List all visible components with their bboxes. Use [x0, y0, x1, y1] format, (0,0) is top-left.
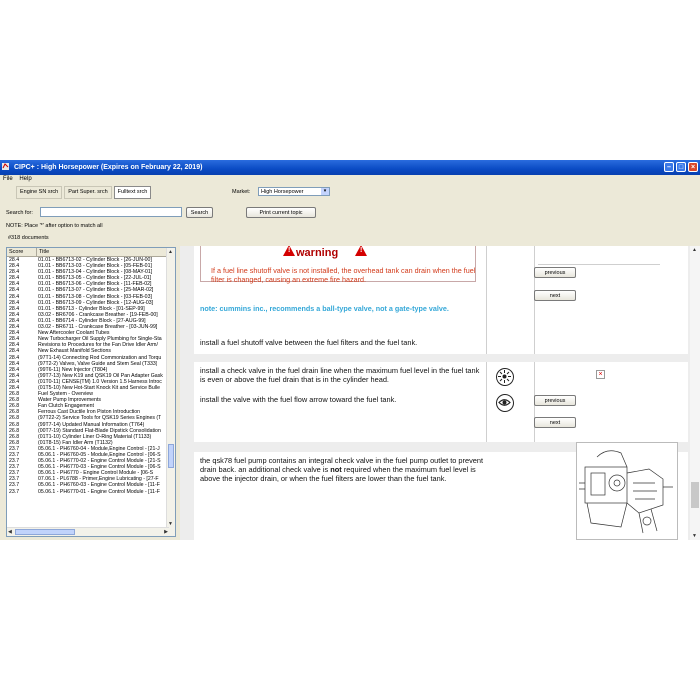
menu-file[interactable]: File — [3, 176, 13, 182]
column-header-title[interactable]: Title — [37, 248, 49, 256]
chevron-down-icon[interactable]: ▾ — [321, 188, 329, 195]
tab-fulltext-search[interactable]: Fulltext srch — [113, 186, 152, 199]
column-header-score[interactable]: Score — [7, 248, 37, 256]
broken-image-icon: × — [596, 370, 605, 379]
viewer-scrollbar[interactable]: ▲ ▼ — [690, 246, 700, 540]
maximize-icon[interactable]: □ — [676, 162, 686, 172]
results-horizontal-scrollbar[interactable]: ◀ ▶ — [7, 527, 169, 536]
step-text: install a check valve in the fuel drain … — [200, 366, 480, 384]
market-select[interactable]: High Horsepower ▾ — [258, 187, 330, 196]
next-button[interactable]: next — [534, 417, 576, 428]
app-icon — [2, 163, 9, 170]
scroll-up-icon[interactable]: ▲ — [168, 249, 173, 255]
step-text: the qsk78 fuel pump contains an integral… — [200, 456, 486, 483]
scroll-down-icon[interactable]: ▼ — [692, 533, 697, 539]
search-input[interactable] — [40, 207, 182, 217]
tab-engine-sn-search[interactable]: Engine SN srch — [16, 186, 63, 199]
warning-box: warning If a fuel line shutoff valve is … — [200, 246, 476, 284]
divider — [538, 264, 660, 265]
menu-help[interactable]: Help — [19, 176, 31, 182]
previous-button[interactable]: previous — [534, 395, 576, 406]
step-text: install a fuel shutoff valve between the… — [200, 338, 418, 347]
search-label: Search for: — [6, 210, 33, 216]
warning-title: warning — [296, 247, 339, 259]
procedure-card-2: install a check valve in the fuel drain … — [194, 362, 688, 442]
note-text: note: cummins inc., recommends a ball-ty… — [200, 304, 449, 313]
document-viewer: warning If a fuel line shutoff valve is … — [180, 246, 700, 540]
list-item-score: 23.7 — [9, 488, 20, 495]
results-vertical-scrollbar[interactable]: ▲ ▼ — [166, 248, 175, 536]
list-item[interactable]: 23.7 05.06.1 - PH6770-01 - Engine Control… — [7, 489, 169, 495]
step-text-emphasis: not — [330, 465, 342, 474]
search-button[interactable]: Search — [186, 207, 213, 218]
measure-icon — [496, 368, 514, 386]
procedure-card-1: warning If a fuel line shutoff valve is … — [194, 246, 688, 354]
scroll-left-icon[interactable]: ◀ — [8, 529, 12, 535]
tab-part-super-search[interactable]: Part Super. srch — [64, 186, 112, 199]
next-button[interactable]: next — [534, 290, 576, 301]
close-icon[interactable]: × — [688, 162, 698, 172]
title-bar: CIPC+ : High Horsepower (Expires on Febr… — [0, 160, 700, 175]
search-mode-tabs: Engine SN srch Part Super. srch Fulltext… — [16, 186, 152, 199]
scroll-up-icon[interactable]: ▲ — [692, 247, 697, 253]
scroll-thumb[interactable] — [168, 444, 174, 468]
previous-button[interactable]: previous — [534, 267, 576, 278]
market-value: High Horsepower — [261, 189, 304, 195]
warning-text: If a fuel line shutoff valve is not inst… — [211, 266, 476, 284]
divider — [486, 362, 487, 442]
window-title: CIPC+ : High Horsepower (Expires on Febr… — [13, 164, 203, 171]
results-rows: 28.4 01.01 - BB6713-02 - Cylinder Block -… — [7, 257, 169, 495]
document-count: #318 documents — [8, 235, 49, 241]
step-text: install the valve with the fuel flow arr… — [200, 395, 397, 404]
inspect-eye-icon — [496, 394, 514, 412]
app-window: CIPC+ : High Horsepower (Expires on Febr… — [0, 160, 700, 540]
hscroll-thumb[interactable] — [15, 529, 75, 535]
viewer-scroll-thumb[interactable] — [691, 482, 699, 508]
results-header: Score Title — [7, 248, 175, 257]
minimize-icon[interactable]: – — [664, 162, 674, 172]
list-item-title: 05.06.1 - PH6770-01 - Engine Control Mod… — [38, 488, 160, 495]
menu-bar: File Help — [0, 175, 700, 184]
scroll-right-icon[interactable]: ▶ — [164, 529, 168, 535]
warning-triangle-icon — [283, 246, 295, 256]
search-note: NOTE: Place '*' after option to match al… — [6, 223, 103, 229]
warning-triangle-icon — [355, 246, 367, 256]
results-list: Score Title 28.4 01.01 - BB6713-02 - Cyli… — [6, 247, 176, 537]
divider — [486, 246, 487, 354]
market-label: Market: — [232, 189, 251, 195]
fuel-pump-illustration — [576, 442, 678, 540]
print-topic-button[interactable]: Print current topic — [246, 207, 316, 218]
